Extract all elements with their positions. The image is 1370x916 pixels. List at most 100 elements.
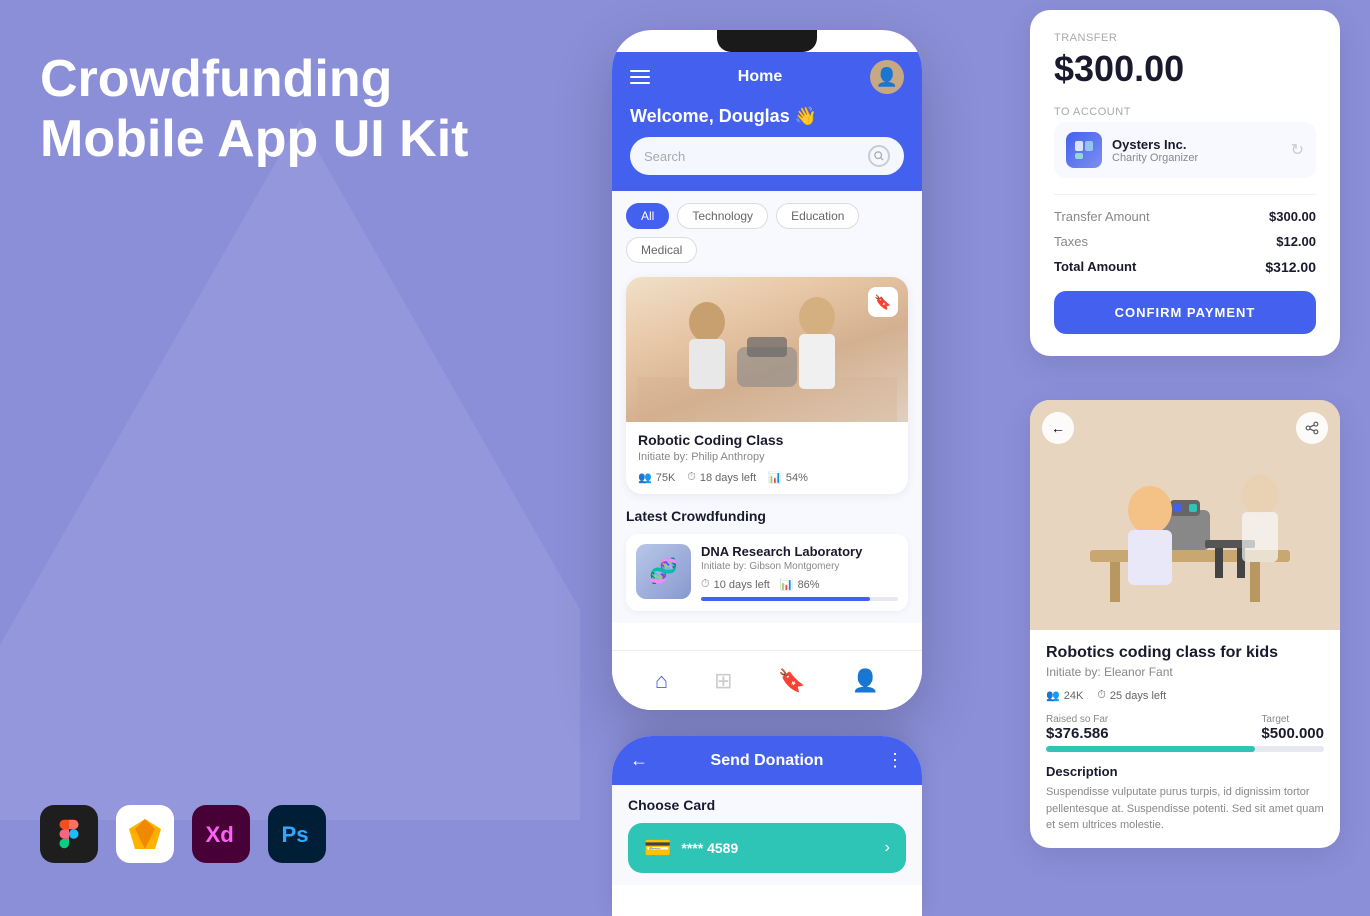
featured-stats: 👥 75K ⏱ 18 days left 📊 54%	[638, 471, 896, 484]
description-section: Description Suspendisse vulputate purus …	[1046, 764, 1324, 834]
taxes-value: $12.00	[1276, 234, 1316, 249]
transfer-amount: $300.00	[1054, 48, 1316, 90]
raised-target-row: Raised so Far $376.586 Target $500.000	[1046, 714, 1324, 742]
search-placeholder: Search	[644, 149, 685, 164]
tool-icons-row: Xd Ps	[40, 805, 326, 863]
people-icon-detail: 👥	[1046, 689, 1060, 702]
detail-progress-bg	[1046, 746, 1324, 752]
clock-icon: ⏱	[687, 471, 696, 484]
description-text: Suspendisse vulputate purus turpis, id d…	[1046, 784, 1324, 834]
account-type: Charity Organizer	[1112, 152, 1281, 164]
back-button[interactable]: ←	[1042, 412, 1074, 444]
avatar[interactable]: 👤	[870, 60, 904, 94]
tab-medical[interactable]: Medical	[626, 237, 697, 263]
description-title: Description	[1046, 764, 1324, 779]
figma-icon[interactable]	[40, 805, 98, 863]
category-tabs: All Technology Education Medical	[626, 203, 908, 263]
profile-nav-icon[interactable]: 👤	[852, 668, 879, 694]
phone-home-screen: Home 👤 Welcome, Douglas 👋 Search All Tec…	[612, 30, 922, 710]
transfer-amount-row: Transfer Amount $300.00	[1054, 209, 1316, 224]
left-panel: Crowdfunding Mobile App UI Kit	[40, 50, 520, 200]
detail-title: Robotics coding class for kids	[1046, 644, 1324, 662]
card-number: **** 4589	[681, 840, 738, 856]
account-row: Oysters Inc. Charity Organizer ↻	[1054, 122, 1316, 178]
total-value: $312.00	[1265, 259, 1316, 275]
featured-card[interactable]: 🔖 Robotic Coding Class Initiate by: Phil…	[626, 277, 908, 494]
svg-text:Ps: Ps	[281, 822, 308, 847]
account-logo	[1066, 132, 1102, 168]
photoshop-icon[interactable]: Ps	[268, 805, 326, 863]
adobe-xd-icon[interactable]: Xd	[192, 805, 250, 863]
search-bar[interactable]: Search	[630, 137, 904, 175]
main-title: Crowdfunding Mobile App UI Kit	[40, 50, 520, 170]
featured-title: Robotic Coding Class	[638, 432, 896, 448]
crowdfund-list-item[interactable]: 🧬 DNA Research Laboratory Initiate by: G…	[626, 534, 908, 611]
phone-nav: Home 👤	[630, 60, 904, 94]
backers-stat: 👥 75K	[638, 471, 675, 484]
sketch-icon[interactable]	[116, 805, 174, 863]
phone2-header: ← Send Donation ⋮	[612, 736, 922, 785]
featured-image: 🔖	[626, 277, 908, 422]
bookmark-btn[interactable]: 🔖	[868, 287, 898, 317]
backers-stat-detail: 👥 24K	[1046, 689, 1083, 702]
detail-card-nav: ←	[1042, 412, 1328, 444]
featured-subtitle: Initiate by: Philip Anthropy	[638, 451, 896, 463]
section-title: Latest Crowdfunding	[626, 508, 908, 524]
progress-bar-fill	[701, 597, 870, 601]
chart-icon: 📊	[768, 471, 782, 484]
target-label: Target	[1261, 714, 1324, 725]
phone2-back-button[interactable]: ←	[630, 750, 648, 771]
to-account-section: TO ACCOUNT Oysters Inc. Charity Organize…	[1054, 106, 1316, 178]
raised-amount: $376.586	[1046, 725, 1109, 742]
share-button[interactable]	[1296, 412, 1328, 444]
crowdfund-title: DNA Research Laboratory	[701, 544, 898, 559]
card-option-left: 💳 **** 4589	[644, 835, 738, 861]
clock-icon-detail: ⏱	[1097, 689, 1106, 702]
crowdfund-subtitle: Initiate by: Gibson Montgomery	[701, 561, 898, 572]
svg-text:Xd: Xd	[205, 822, 233, 847]
grid-nav-icon[interactable]: ⊞	[714, 668, 732, 694]
phone-header: Home 👤 Welcome, Douglas 👋 Search	[612, 52, 922, 191]
phone-notch	[717, 30, 817, 52]
tab-education[interactable]: Education	[776, 203, 859, 229]
progress-bar-bg	[701, 597, 898, 601]
account-info: Oysters Inc. Charity Organizer	[1112, 137, 1281, 164]
tab-all[interactable]: All	[626, 203, 669, 229]
target-amount: $500.000	[1261, 725, 1324, 742]
tab-technology[interactable]: Technology	[677, 203, 768, 229]
detail-card-body: Robotics coding class for kids Initiate …	[1030, 630, 1340, 848]
menu-icon[interactable]	[630, 70, 650, 84]
crowdfund-info: DNA Research Laboratory Initiate by: Gib…	[701, 544, 898, 601]
crowdfund-stats: ⏱ 10 days left 📊 86%	[701, 578, 898, 591]
choose-card-title: Choose Card	[628, 797, 906, 813]
total-row: Total Amount $312.00	[1054, 259, 1316, 275]
welcome-text: Welcome, Douglas 👋	[630, 106, 904, 127]
detail-subtitle: Initiate by: Eleanor Fant	[1046, 665, 1324, 679]
total-label: Total Amount	[1054, 259, 1136, 275]
transfer-breakdown: Transfer Amount $300.00 Taxes $12.00 Tot…	[1054, 194, 1316, 275]
search-icon[interactable]	[868, 145, 890, 167]
transfer-amount-label: Transfer Amount	[1054, 209, 1150, 224]
kids-illustration	[626, 277, 908, 422]
target-section: Target $500.000	[1261, 714, 1324, 742]
phone2-more-button[interactable]: ⋮	[886, 750, 904, 771]
percent-stat-2: 📊 86%	[780, 578, 820, 591]
phone-body: All Technology Education Medical	[612, 191, 922, 623]
phone2-body: Choose Card 💳 **** 4589 ›	[612, 785, 922, 885]
transfer-label: TRANSFER	[1054, 32, 1316, 44]
to-account-label: TO ACCOUNT	[1054, 106, 1316, 118]
raised-label: Raised so Far	[1046, 714, 1109, 725]
people-icon: 👥	[638, 471, 652, 484]
home-nav-icon[interactable]: ⌂	[655, 668, 668, 694]
crowdfund-thumbnail: 🧬	[636, 544, 691, 599]
card-option[interactable]: 💳 **** 4589 ›	[628, 823, 906, 873]
nav-title: Home	[738, 68, 782, 86]
bookmark-nav-icon[interactable]: 🔖	[778, 668, 805, 694]
phone2-title: Send Donation	[711, 752, 824, 770]
refresh-icon[interactable]: ↻	[1291, 140, 1304, 160]
card-chip-icon: 💳	[644, 835, 671, 861]
card-arrow-icon: ›	[885, 839, 890, 857]
confirm-payment-button[interactable]: CONFIRM PAYMENT	[1054, 291, 1316, 334]
clock-icon-2: ⏱	[701, 578, 710, 591]
transfer-card: TRANSFER $300.00 TO ACCOUNT Oysters Inc.…	[1030, 10, 1340, 356]
